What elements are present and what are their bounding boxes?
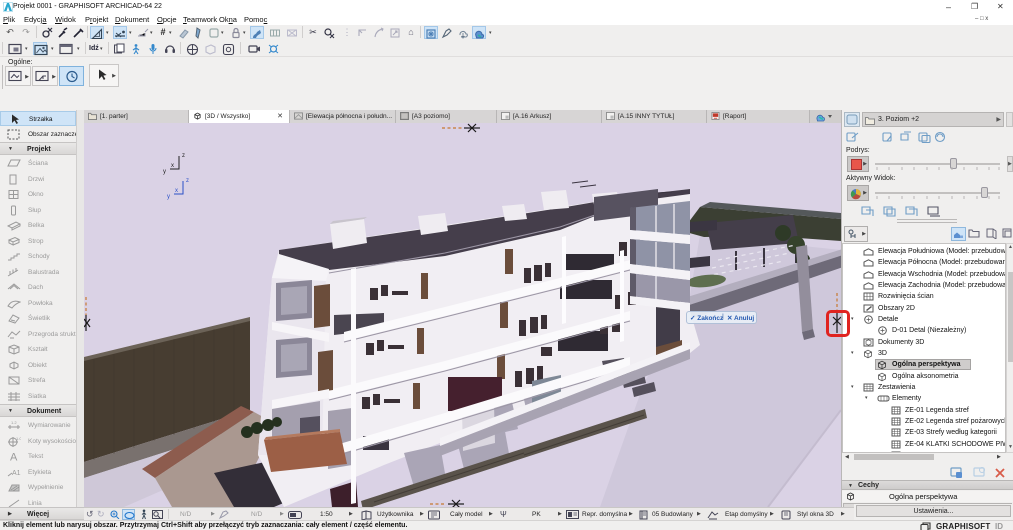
svg-text:1.0: 1.0 xyxy=(16,436,21,441)
svg-text:y: y xyxy=(163,169,166,175)
svg-text:x: x xyxy=(171,163,174,169)
svg-text:z: z xyxy=(186,178,189,184)
svg-text:z: z xyxy=(182,153,185,159)
svg-text:A1: A1 xyxy=(12,470,21,477)
svg-text:A: A xyxy=(10,452,18,463)
svg-text:y: y xyxy=(167,194,170,200)
svg-text:x: x xyxy=(175,188,178,194)
svg-text:1.2: 1.2 xyxy=(11,420,17,425)
